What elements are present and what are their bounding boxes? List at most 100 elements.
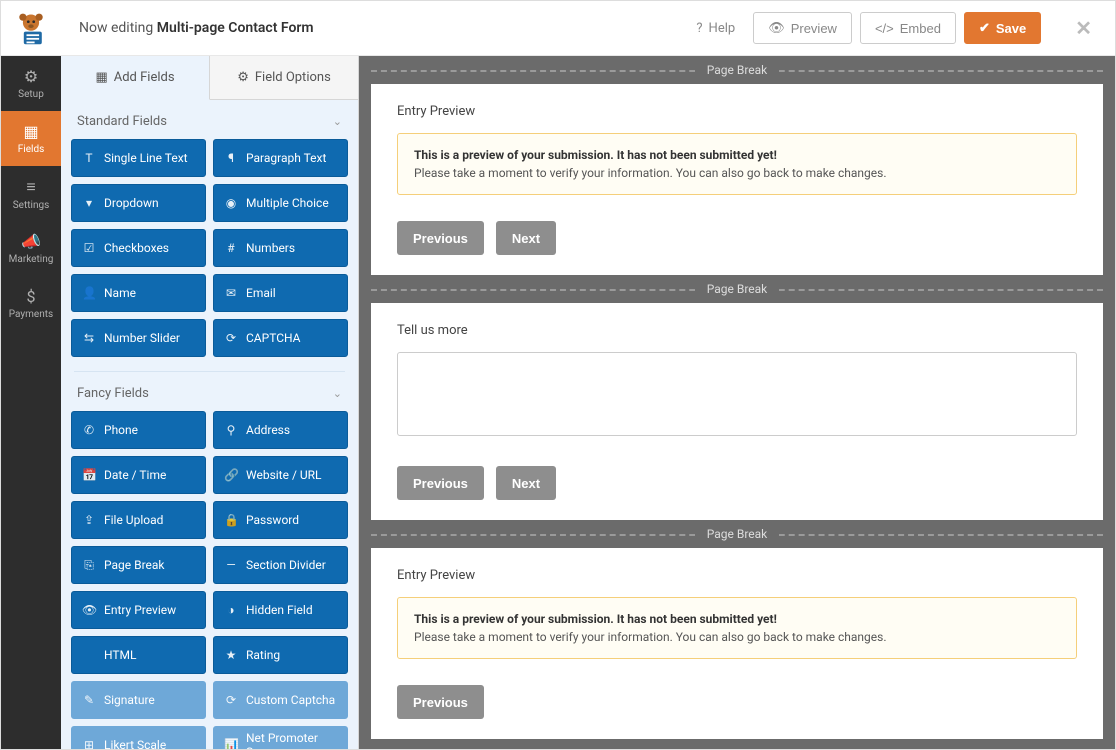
close-icon[interactable]: ✕ (1067, 16, 1100, 40)
field-icon: ✎ (82, 693, 96, 707)
field-label: File Upload (104, 513, 163, 527)
field-label: Email (246, 286, 276, 300)
code-icon: </> (875, 21, 894, 36)
field-address[interactable]: ⚲ Address (213, 411, 348, 449)
next-button[interactable]: Next (496, 466, 556, 500)
previous-button[interactable]: Previous (397, 466, 484, 500)
settings-icon: ≡ (26, 177, 35, 197)
field-hidden-field[interactable]: ◑Hidden Field (213, 591, 348, 629)
field-icon: ☑ (82, 241, 96, 255)
field-icon: ✉ (224, 286, 238, 300)
eye-icon: 👁 (768, 20, 785, 36)
field-label: Name (104, 286, 136, 300)
nav-setup[interactable]: ⚙Setup (1, 56, 61, 111)
field-icon: 👤 (82, 286, 96, 300)
field-numbers[interactable]: #Numbers (213, 229, 348, 267)
field-label: Signature (104, 693, 155, 707)
field-label: Custom Captcha (246, 693, 335, 707)
nav-fields[interactable]: ▦Fields (1, 111, 61, 166)
nav-label: Payments (9, 309, 53, 320)
form-section[interactable]: Entry Preview This is a preview of your s… (371, 84, 1103, 275)
embed-button[interactable]: </> Embed (860, 12, 956, 44)
textarea-input[interactable] (397, 352, 1077, 436)
previous-button[interactable]: Previous (397, 221, 484, 255)
chevron-down-icon: ⌄ (333, 387, 342, 400)
field-captcha[interactable]: ⟳CAPTCHA (213, 319, 348, 357)
help-link[interactable]: ? Help (686, 21, 745, 36)
field-page-break[interactable]: ⎘ Page Break (71, 546, 206, 584)
field-net-promoter-score[interactable]: 📊Net Promoter Score (213, 726, 348, 749)
section-label: Entry Preview (397, 104, 1077, 119)
save-button[interactable]: ✔ Save (964, 12, 1041, 44)
fields-icon: ▦ (23, 122, 38, 141)
preview-notice: This is a preview of your submission. It… (397, 133, 1077, 195)
marketing-icon: 📣 (21, 232, 41, 251)
field-label: CAPTCHA (246, 331, 301, 345)
field-icon: ⟳ (224, 693, 238, 707)
next-button[interactable]: Next (496, 221, 556, 255)
field-date-time[interactable]: 📅Date / Time (71, 456, 206, 494)
nav-payments[interactable]: $Payments (1, 276, 61, 331)
field-website-url[interactable]: 🔗Website / URL (213, 456, 348, 494)
field-checkboxes[interactable]: ☑Checkboxes (71, 229, 206, 267)
field-label: Section Divider (246, 558, 326, 572)
field-label: Rating (246, 648, 280, 662)
nav-label: Settings (13, 200, 50, 211)
page-break-label: Page Break (695, 282, 780, 296)
section-label: Entry Preview (397, 568, 1077, 583)
field-dropdown[interactable]: ▾Dropdown (71, 184, 206, 222)
field-email[interactable]: ✉ Email (213, 274, 348, 312)
previous-button[interactable]: Previous (397, 685, 484, 719)
field-icon: ⊞ (82, 738, 96, 749)
page-title: Now editing Multi-page Contact Form (61, 20, 686, 36)
field-icon: ★ (224, 648, 238, 662)
check-icon: ✔ (979, 20, 990, 36)
field-number-slider[interactable]: ⇆Number Slider (71, 319, 206, 357)
topbar: Now editing Multi-page Contact Form ? He… (1, 1, 1115, 56)
field-icon: # (224, 241, 238, 255)
help-icon: ? (696, 21, 702, 36)
field-icon: ⚲ (224, 423, 238, 437)
grid-icon: ▦ (95, 70, 107, 85)
field-likert-scale[interactable]: ⊞Likert Scale (71, 726, 206, 749)
field-label: Page Break (104, 558, 165, 572)
field-multiple-choice[interactable]: ◉Multiple Choice (213, 184, 348, 222)
tab-add-fields[interactable]: ▦ Add Fields (61, 56, 210, 100)
field-icon: — (224, 558, 238, 572)
field-single-line-text[interactable]: TSingle Line Text (71, 139, 206, 177)
preview-button[interactable]: 👁 Preview (753, 12, 852, 44)
field-entry-preview[interactable]: 👁Entry Preview (71, 591, 206, 629)
field-label: Address (246, 423, 290, 437)
nav-marketing[interactable]: 📣 Marketing (1, 221, 61, 276)
field-icon: 🔒 (224, 513, 238, 527)
field-icon: 📅 (82, 468, 96, 482)
nav-label: Setup (18, 89, 44, 100)
field-name[interactable]: 👤 Name (71, 274, 206, 312)
nav-settings[interactable]: ≡ Settings (1, 166, 61, 221)
page-break-label: Page Break (695, 527, 780, 541)
field-phone[interactable]: ✆Phone (71, 411, 206, 449)
field-html[interactable]: HTML (71, 636, 206, 674)
chevron-down-icon: ⌄ (333, 115, 342, 128)
field-password[interactable]: 🔒 Password (213, 501, 348, 539)
field-signature[interactable]: ✎ Signature (71, 681, 206, 719)
field-paragraph-text[interactable]: ¶Paragraph Text (213, 139, 348, 177)
form-section[interactable]: Tell us morePreviousNext (371, 303, 1103, 520)
form-section[interactable]: Entry PreviewThis is a preview of your s… (371, 548, 1103, 739)
tab-field-options[interactable]: ⚙ Field Options (210, 56, 358, 100)
field-icon: 🔗 (224, 468, 238, 482)
field-icon: ⎘ (82, 558, 96, 573)
field-icon: 👁 (82, 603, 96, 617)
field-section-divider[interactable]: — Section Divider (213, 546, 348, 584)
page-break-label: Page Break (695, 63, 780, 77)
field-label: Paragraph Text (246, 151, 326, 165)
field-label: Password (246, 513, 299, 527)
field-group-header[interactable]: Standard Fields⌄ (71, 100, 348, 139)
group-title: Fancy Fields (77, 386, 149, 401)
field-rating[interactable]: ★ Rating (213, 636, 348, 674)
field-file-upload[interactable]: ⇪File Upload (71, 501, 206, 539)
nav-label: Marketing (9, 254, 54, 265)
field-group-header[interactable]: Fancy Fields ⌄ (71, 372, 348, 411)
sliders-icon: ⚙ (237, 70, 249, 85)
field-custom-captcha[interactable]: ⟳ Custom Captcha (213, 681, 348, 719)
